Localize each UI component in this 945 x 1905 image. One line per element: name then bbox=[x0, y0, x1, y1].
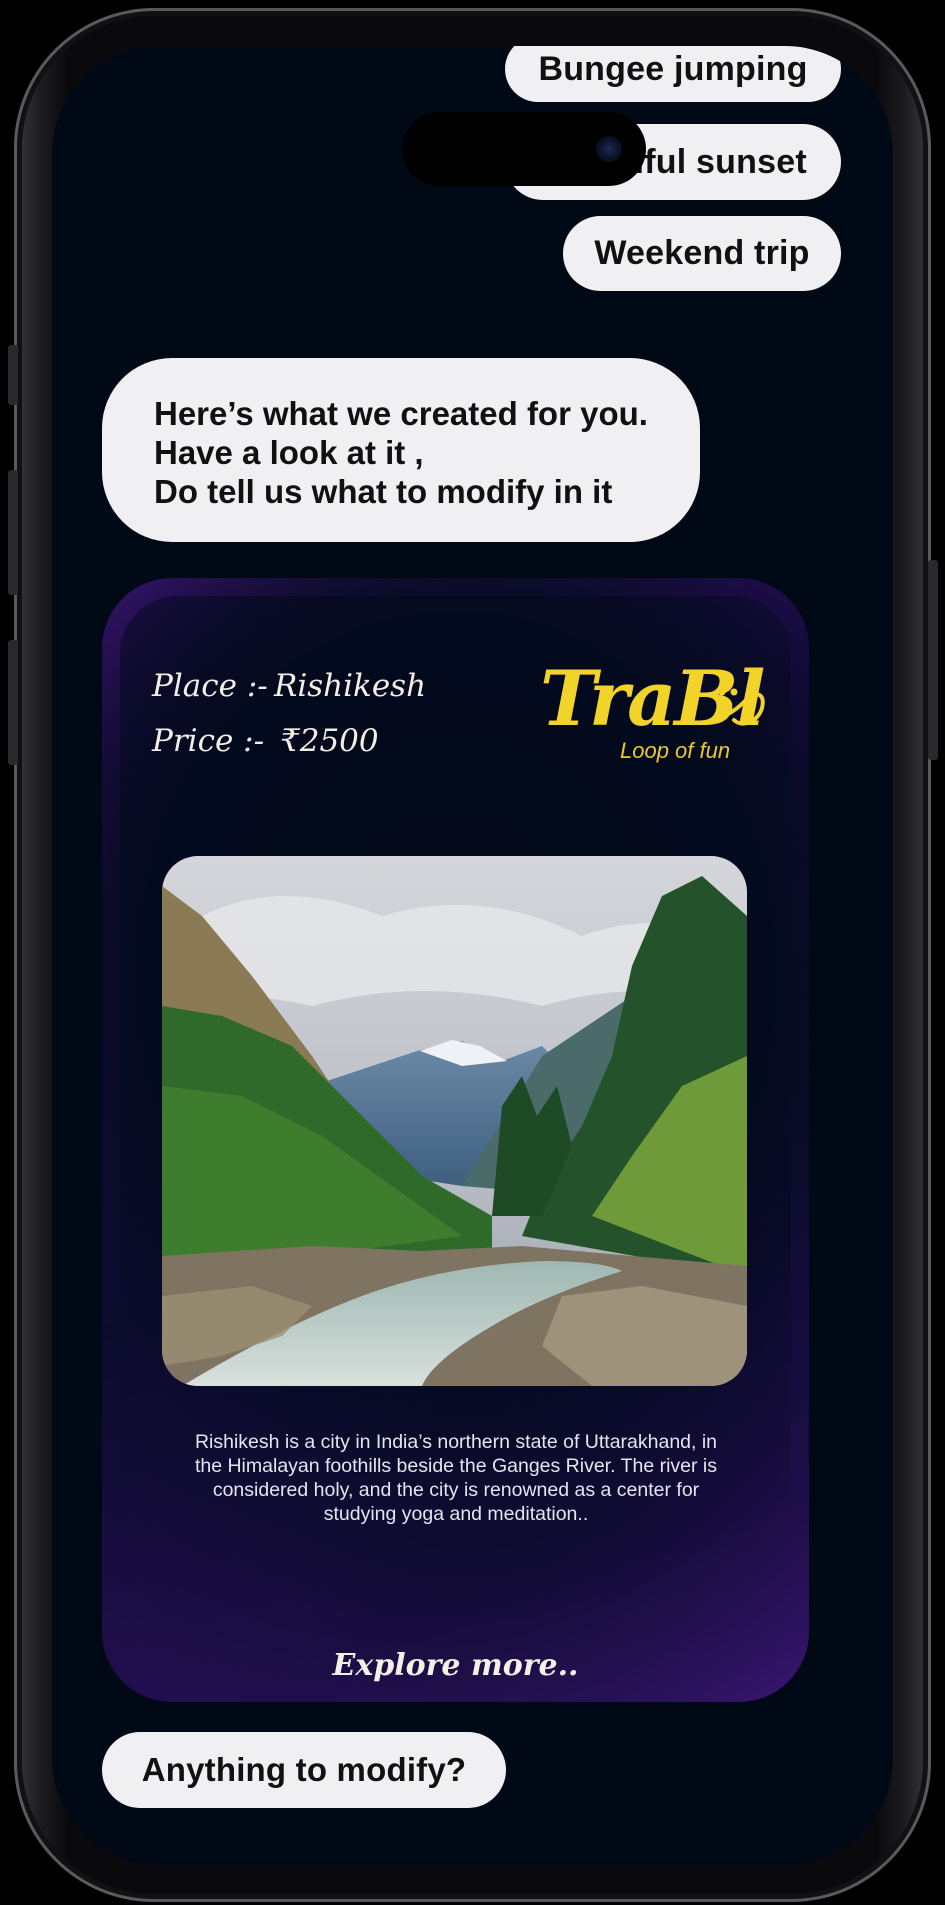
place-label: Place :- bbox=[152, 668, 268, 704]
volume-down-button bbox=[8, 640, 18, 765]
trip-card[interactable]: Place :- Rishikesh Price :- ₹2500 TraBl … bbox=[102, 578, 809, 1702]
destination-photo bbox=[162, 856, 747, 1386]
chip-bungee-jumping[interactable]: Bungee jumping bbox=[505, 46, 841, 102]
bot-message-line: Do tell us what to modify in it bbox=[154, 473, 613, 510]
price-value: ₹2500 bbox=[280, 723, 379, 759]
chat-screen: Bungee jumping Beautiful sunset Weekend … bbox=[52, 46, 893, 1866]
logo-swirl-icon bbox=[704, 688, 765, 726]
action-button bbox=[8, 345, 18, 405]
mountain-river-image bbox=[162, 856, 747, 1386]
anything-to-modify-chip[interactable]: Anything to modify? bbox=[102, 1732, 506, 1808]
chip-weekend-trip[interactable]: Weekend trip bbox=[563, 216, 841, 291]
explore-more-link[interactable]: Explore more.. bbox=[102, 1648, 809, 1683]
dynamic-island bbox=[402, 112, 646, 186]
volume-up-button bbox=[8, 470, 18, 595]
destination-description: Rishikesh is a city in India’s northern … bbox=[194, 1431, 718, 1525]
logo-tagline: Loop of fun bbox=[620, 738, 731, 763]
camera-icon bbox=[596, 136, 622, 162]
bot-message-line: Here’s what we created for you. bbox=[154, 395, 648, 432]
place-value: Rishikesh bbox=[274, 668, 427, 704]
price-label: Price :- bbox=[152, 723, 265, 759]
power-button bbox=[928, 560, 938, 760]
bot-message-line: Have a look at it , bbox=[154, 434, 424, 471]
bot-message: Here’s what we created for you. Have a l… bbox=[102, 358, 700, 542]
